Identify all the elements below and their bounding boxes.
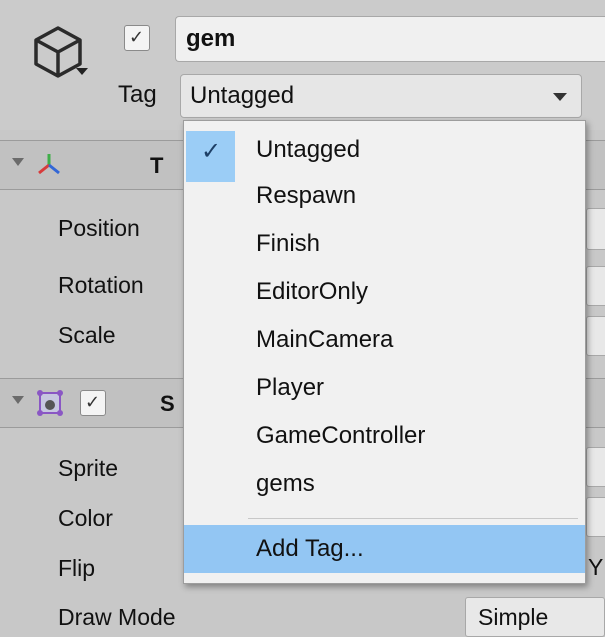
scale-label: Scale — [58, 322, 116, 348]
sprite-renderer-enabled-checkbox[interactable]: ✓ — [80, 390, 106, 416]
tag-menu-item-label: gems — [256, 470, 315, 497]
checkmark-icon: ✓ — [201, 138, 222, 165]
tag-menu-item-label: MainCamera — [256, 326, 394, 353]
menu-separator — [248, 518, 578, 519]
tag-menu-item-editoronly[interactable]: EditorOnly — [184, 271, 585, 313]
tag-menu-item-label: Finish — [256, 230, 321, 257]
flip-label: Flip — [58, 555, 96, 581]
scale-field[interactable] — [586, 316, 605, 356]
tag-menu-item-label: Respawn — [256, 182, 357, 209]
draw-mode-value: Simple — [478, 604, 549, 630]
icon-dropdown-caret-icon[interactable] — [76, 68, 88, 75]
sprite-field[interactable] — [586, 447, 605, 487]
tag-dropdown-menu: ✓ Untagged Respawn Finish EditorOnly Mai… — [183, 120, 586, 584]
tag-menu-item-finish[interactable]: Finish — [184, 223, 585, 265]
tag-dropdown[interactable]: Untagged — [180, 74, 582, 118]
tag-menu-item-label: EditorOnly — [256, 278, 369, 305]
tag-menu-item-label: Player — [256, 374, 325, 401]
flip-y-label: Y — [588, 554, 604, 580]
tag-menu-item-maincamera[interactable]: MainCamera — [184, 319, 585, 361]
checkmark-icon: ✓ — [85, 392, 101, 412]
tag-dropdown-value: Untagged — [190, 82, 295, 109]
tag-menu-item-player[interactable]: Player — [184, 367, 585, 409]
tag-label: Tag — [118, 81, 157, 108]
chevron-down-icon — [553, 93, 567, 101]
rotation-field[interactable] — [586, 266, 605, 306]
draw-mode-dropdown[interactable]: Simple — [465, 597, 605, 637]
sprite-renderer-title: S — [160, 391, 175, 416]
foldout-arrow-icon[interactable] — [12, 396, 24, 404]
tag-menu-item-respawn[interactable]: Respawn — [184, 175, 585, 217]
object-name-value: gem — [186, 25, 236, 52]
transform-icon — [38, 154, 60, 175]
color-label: Color — [58, 505, 113, 531]
position-label: Position — [58, 215, 140, 241]
foldout-arrow-icon[interactable] — [12, 158, 24, 166]
object-name-input[interactable]: gem — [175, 16, 605, 62]
sprite-renderer-icon — [37, 390, 63, 416]
position-field[interactable] — [586, 208, 605, 250]
tag-menu-item-untagged[interactable]: ✓ Untagged — [184, 129, 585, 182]
draw-mode-label: Draw Mode — [58, 604, 176, 630]
add-tag-menu-item[interactable]: Add Tag... — [184, 525, 585, 573]
checkmark-icon: ✓ — [129, 27, 145, 47]
transform-title: T — [150, 153, 164, 178]
tag-menu-item-label: GameController — [256, 422, 426, 449]
color-field[interactable] — [586, 497, 605, 537]
add-tag-label: Add Tag... — [256, 535, 364, 562]
active-checkbox[interactable]: ✓ — [124, 25, 150, 51]
sprite-label: Sprite — [58, 455, 119, 481]
tag-menu-item-label: Untagged — [256, 136, 361, 163]
rotation-label: Rotation — [58, 272, 144, 298]
tag-menu-item-gems[interactable]: gems — [184, 463, 585, 505]
tag-menu-item-gamecontroller[interactable]: GameController — [184, 415, 585, 457]
